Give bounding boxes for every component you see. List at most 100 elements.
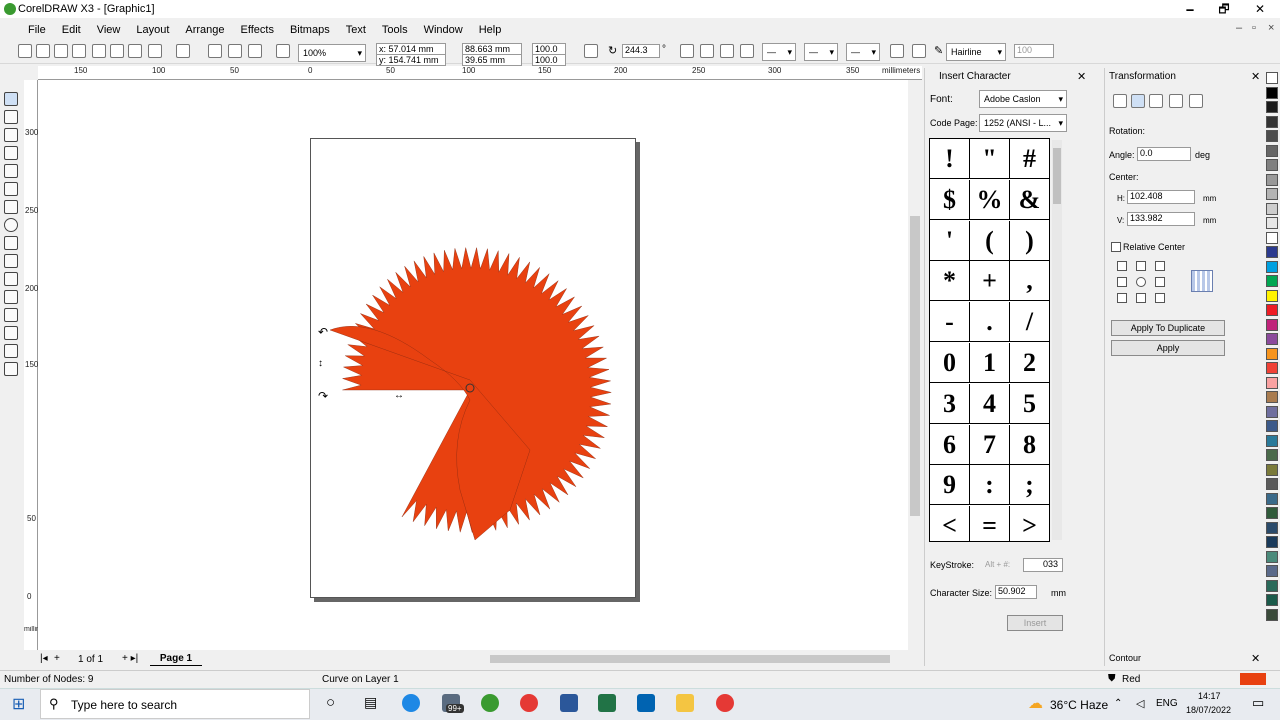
file-explorer-icon[interactable]	[676, 694, 694, 712]
color-swatch[interactable]	[1266, 391, 1278, 403]
page-tab-1[interactable]: Page 1	[150, 652, 202, 666]
skew-icon[interactable]	[1189, 94, 1203, 108]
color-swatch[interactable]	[1266, 333, 1278, 345]
position-icon[interactable]	[1113, 94, 1127, 108]
char-cell[interactable]: 2	[1010, 343, 1049, 383]
edge-icon[interactable]	[402, 694, 420, 712]
zoom-select[interactable]: 100%	[298, 44, 366, 62]
close-button[interactable]: ✕	[1242, 0, 1278, 18]
color-swatch[interactable]	[1266, 246, 1278, 258]
char-cell[interactable]: -	[930, 302, 970, 343]
color-swatch[interactable]	[1266, 550, 1278, 563]
char-cell[interactable]: >	[1010, 506, 1049, 541]
char-cell[interactable]: 0	[930, 343, 970, 383]
color-swatch[interactable]	[1266, 565, 1278, 577]
line-style-select[interactable]: —	[804, 43, 838, 61]
start-arrow-select[interactable]: —	[762, 43, 796, 61]
eyedropper-icon[interactable]	[4, 308, 18, 322]
anchor-checkbox[interactable]	[1155, 277, 1165, 287]
doc-close-button[interactable]: ×	[1268, 22, 1274, 34]
anchor-checkbox[interactable]	[1136, 277, 1146, 287]
doc-restore-button[interactable]: ▫	[1252, 22, 1256, 34]
chrome-icon[interactable]	[716, 694, 734, 712]
welcome-icon[interactable]	[276, 44, 290, 58]
char-cell[interactable]: 8	[1010, 425, 1049, 465]
menu-arrange[interactable]: Arrange	[177, 24, 232, 36]
menu-text[interactable]: Text	[338, 24, 374, 36]
align-icon[interactable]	[720, 44, 734, 58]
color-swatch[interactable]	[1266, 507, 1278, 519]
fill-tool-icon[interactable]	[4, 344, 18, 358]
rectangle-tool-icon[interactable]	[4, 200, 18, 214]
insert-button[interactable]: Insert	[1007, 615, 1063, 631]
color-swatch[interactable]	[1266, 188, 1278, 200]
taskbar-search[interactable]: ⚲ Type here to search	[40, 689, 310, 719]
rotate-handle-icon[interactable]: ↷	[318, 389, 328, 403]
char-cell[interactable]: +	[970, 261, 1010, 302]
color-swatch[interactable]	[1266, 463, 1278, 476]
char-cell[interactable]: 6	[930, 424, 970, 465]
color-swatch[interactable]	[1266, 72, 1278, 84]
color-swatch[interactable]	[1266, 521, 1278, 534]
char-cell[interactable]: 9	[930, 465, 970, 506]
char-cell[interactable]: 3	[930, 383, 970, 424]
shape-tool-icon[interactable]	[4, 110, 18, 124]
char-cell[interactable]: 1	[970, 343, 1010, 383]
color-swatch[interactable]	[1266, 594, 1278, 606]
anchor-checkbox[interactable]	[1136, 293, 1146, 303]
char-cell[interactable]: *	[930, 261, 970, 302]
color-swatch[interactable]	[1266, 318, 1278, 331]
crop-tool-icon[interactable]	[4, 128, 18, 142]
cortana-icon[interactable]: ○	[326, 694, 335, 711]
contour-docker-tab[interactable]: Contour	[1109, 653, 1141, 663]
height-field[interactable]: 39.65 mm	[462, 54, 522, 66]
interactive-fill-icon[interactable]	[4, 362, 18, 376]
lock-ratio-icon[interactable]	[584, 44, 598, 58]
color-swatch[interactable]	[1266, 347, 1278, 360]
color-swatch[interactable]	[1266, 101, 1278, 113]
maximize-button[interactable]: 🗗	[1206, 0, 1242, 18]
menu-view[interactable]: View	[89, 24, 129, 36]
skew-handle-icon[interactable]: ↕	[318, 358, 323, 369]
char-cell[interactable]: '	[930, 220, 970, 261]
end-arrow-select[interactable]: —	[846, 43, 880, 61]
interactive-blend-icon[interactable]	[4, 290, 18, 304]
char-cell[interactable]: 4	[970, 383, 1010, 424]
color-swatch[interactable]	[1266, 159, 1278, 171]
next-page-icon[interactable]: + ▸|	[122, 653, 138, 664]
size-icon[interactable]	[1169, 94, 1183, 108]
menu-edit[interactable]: Edit	[54, 24, 89, 36]
convert-curves-icon[interactable]	[912, 44, 926, 58]
ellipse-tool-icon[interactable]	[4, 218, 18, 232]
char-cell[interactable]: 5	[1010, 384, 1049, 424]
word-icon[interactable]	[560, 694, 578, 712]
keystroke-field[interactable]: 033	[1023, 558, 1063, 572]
color-swatch[interactable]	[1266, 115, 1278, 128]
wrap-text-icon[interactable]	[890, 44, 904, 58]
color-swatch[interactable]	[1266, 275, 1278, 287]
vertical-scrollbar[interactable]	[908, 80, 922, 650]
char-cell[interactable]: %	[970, 179, 1010, 220]
codepage-select[interactable]: 1252 (ANSI - L...	[979, 114, 1067, 132]
char-cell[interactable]: 7	[970, 424, 1010, 465]
menu-tools[interactable]: Tools	[374, 24, 416, 36]
color-swatch[interactable]	[1266, 144, 1278, 157]
anchor-checkbox[interactable]	[1117, 277, 1127, 287]
polygon-tool-icon[interactable]	[4, 236, 18, 250]
char-cell[interactable]: !	[930, 139, 970, 179]
copy-icon[interactable]	[110, 44, 124, 58]
anchor-checkbox[interactable]	[1155, 293, 1165, 303]
text-tool-icon[interactable]	[4, 272, 18, 286]
y-position-field[interactable]: y: 154.741 mm	[376, 54, 446, 66]
color-swatch[interactable]	[1266, 362, 1278, 374]
excel-icon[interactable]	[598, 694, 616, 712]
close-icon[interactable]: ✕	[1251, 652, 1260, 665]
menu-window[interactable]: Window	[416, 24, 471, 36]
outline-tool-icon[interactable]	[4, 326, 18, 340]
anchor-checkbox[interactable]	[1155, 261, 1165, 271]
apply-to-duplicate-button[interactable]: Apply To Duplicate	[1111, 320, 1225, 336]
task-view-icon[interactable]: ▤	[364, 694, 377, 711]
notifications-icon[interactable]: ▭	[1252, 695, 1264, 711]
relative-center-checkbox[interactable]	[1111, 242, 1121, 252]
color-swatch[interactable]	[1266, 173, 1278, 186]
